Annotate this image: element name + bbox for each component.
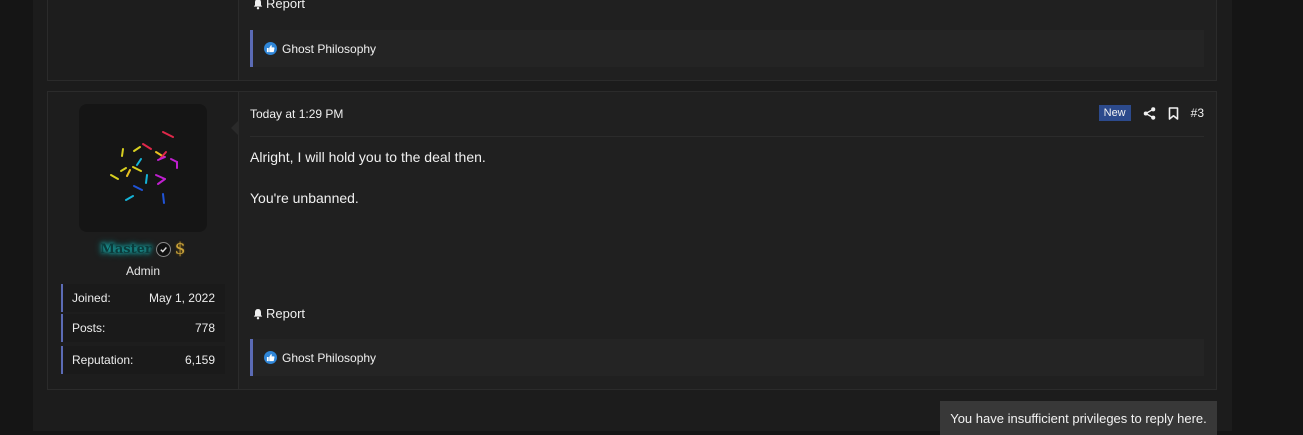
post-timestamp[interactable]: Today at 1:29 PM (250, 107, 343, 121)
message-header-actions: New #3 (1098, 105, 1204, 121)
bell-icon (252, 0, 264, 10)
insufficient-privileges-notice: You have insufficient privileges to repl… (940, 401, 1217, 435)
avatar[interactable] (79, 104, 207, 232)
share-icon[interactable] (1143, 106, 1156, 120)
stat-value: May 1, 2022 (148, 291, 215, 305)
bookmark-icon[interactable] (1168, 106, 1179, 120)
message-column: Today at 1:29 PM New #3 Alright, I will … (250, 92, 1204, 389)
reaction-summary[interactable]: Ghost Philosophy (282, 42, 376, 56)
reaction-summary[interactable]: Ghost Philosophy (282, 351, 376, 365)
avatar-pointer (231, 120, 239, 136)
username-row: Master $ (48, 239, 238, 259)
stat-joined: Joined: May 1, 2022 (61, 284, 225, 312)
stat-value: 778 (194, 321, 215, 335)
verified-icon (155, 241, 171, 257)
report-label: Report (266, 306, 306, 321)
like-icon (264, 351, 277, 364)
post-3: Master $ Admin Joined: May 1, 2022 Posts… (47, 91, 1217, 390)
like-icon (264, 42, 277, 55)
report-link[interactable]: Report (252, 0, 305, 11)
message-paragraph: Alright, I will hold you to the deal the… (250, 149, 486, 165)
stat-label: Reputation: (72, 353, 134, 367)
user-title: Admin (125, 264, 160, 278)
previous-post-user-column (48, 0, 239, 80)
user-column: Master $ Admin Joined: May 1, 2022 Posts… (48, 92, 239, 389)
stat-label: Posts: (72, 321, 106, 335)
report-label: Report (266, 0, 306, 11)
dollar-icon: $ (174, 239, 186, 259)
reaction-bar[interactable]: Ghost Philosophy (250, 30, 1204, 67)
previous-post: Report Ghost Philosophy (47, 0, 1217, 81)
new-badge: New (1098, 105, 1131, 121)
message-paragraph: You're unbanned. (250, 190, 359, 206)
stat-label: Joined: (72, 291, 111, 305)
previous-post-message-column: Report Ghost Philosophy (250, 0, 1204, 80)
report-link[interactable]: Report (252, 306, 305, 321)
bell-icon (252, 308, 264, 320)
message-header: Today at 1:29 PM New #3 (250, 92, 1204, 137)
username[interactable]: Master (100, 242, 151, 257)
reaction-bar[interactable]: Ghost Philosophy (250, 339, 1204, 376)
stat-posts: Posts: 778 (61, 314, 225, 342)
message-body: Alright, I will hold you to the deal the… (250, 149, 486, 231)
stat-value: 6,159 (184, 353, 215, 367)
post-number-link[interactable]: #3 (1191, 106, 1204, 120)
stat-reputation: Reputation: 6,159 (61, 346, 225, 374)
